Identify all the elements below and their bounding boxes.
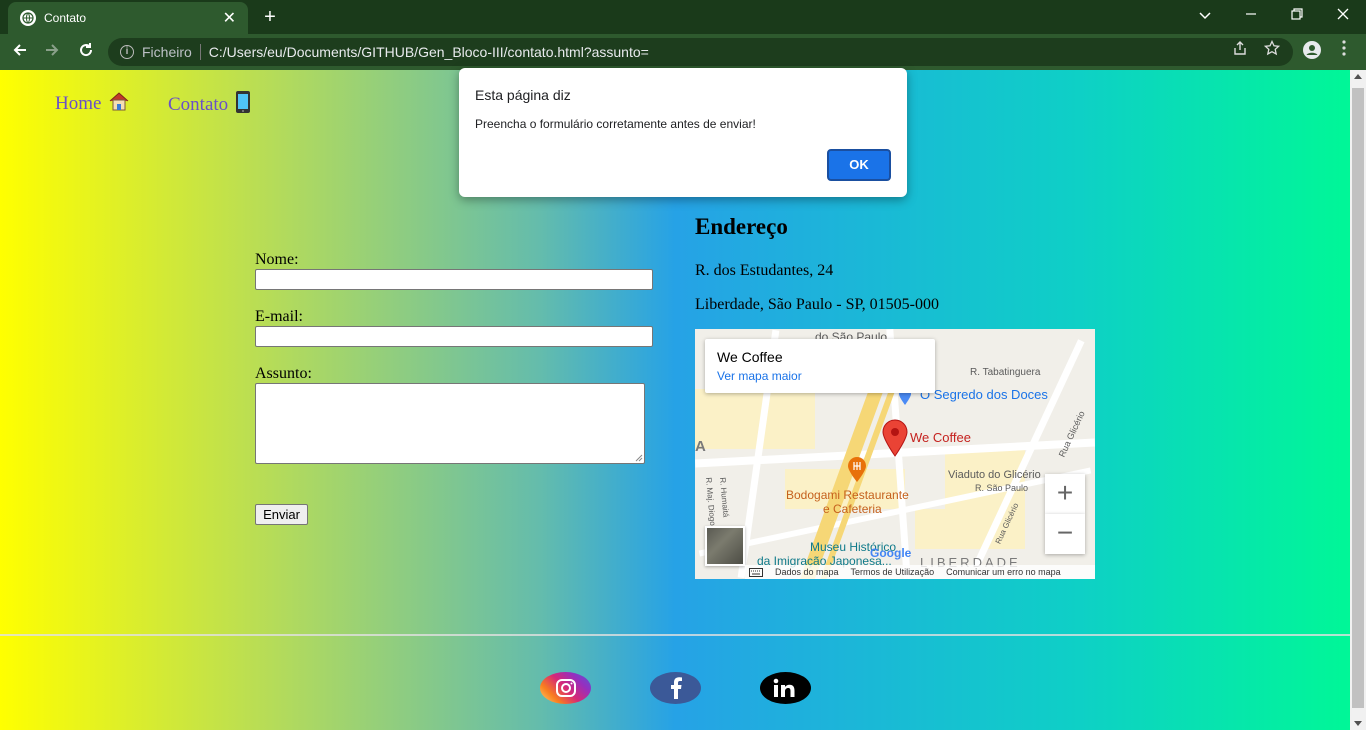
instagram-link[interactable]	[540, 672, 591, 704]
satellite-toggle[interactable]	[705, 526, 745, 566]
house-icon	[109, 92, 129, 111]
dialog-title: Esta página diz	[475, 87, 571, 103]
alert-dialog: Esta página diz Preencha o formulário co…	[459, 68, 907, 197]
address-line-1: R. dos Estudantes, 24	[695, 262, 834, 279]
nav-home-label: Home	[55, 93, 102, 114]
dialog-ok-button[interactable]: OK	[827, 149, 891, 181]
info-icon[interactable]: i	[120, 45, 134, 59]
zoom-out-button[interactable]: −	[1045, 514, 1085, 554]
nome-input[interactable]	[255, 269, 653, 290]
map-place-name: We Coffee	[717, 349, 783, 365]
instagram-icon	[555, 679, 576, 697]
back-arrow-icon[interactable]	[8, 40, 32, 64]
page-scrollbar[interactable]	[1350, 70, 1366, 730]
omnibox-scheme: Ficheiro	[142, 44, 192, 60]
larger-map-link[interactable]: Ver mapa maior	[717, 369, 923, 383]
url-text[interactable]: C:/Users/eu/Documents/GITHUB/Gen_Bloco-I…	[209, 44, 649, 60]
restaurant-icon	[848, 457, 866, 482]
new-tab-button[interactable]: +	[258, 5, 282, 29]
tab-title: Contato	[44, 11, 87, 25]
address-line-2: Liberdade, São Paulo - SP, 01505-000	[695, 296, 939, 313]
menu-kebab-icon[interactable]	[1332, 40, 1356, 64]
forward-arrow-icon[interactable]	[40, 40, 64, 64]
tab-search-icon[interactable]	[1182, 0, 1228, 32]
scrollbar-thumb[interactable]	[1352, 88, 1364, 708]
map-info-card: We Coffee Ver mapa maior	[705, 339, 935, 393]
scroll-up-icon[interactable]	[1354, 74, 1362, 79]
minimize-icon[interactable]	[1228, 0, 1274, 32]
map-label-tabatinguera: R. Tabatinguera	[970, 367, 1041, 378]
nav-home-link[interactable]: Home	[55, 90, 130, 115]
map-terms-link[interactable]: Termos de Utilização	[851, 567, 935, 577]
mobile-phone-icon	[235, 91, 250, 113]
map-label-glicerio: Rua Glicério	[1056, 409, 1087, 459]
map-footer: Dados do mapa Termos de Utilização Comun…	[745, 565, 1095, 579]
browser-tab-bar: Contato ✕ +	[0, 0, 1366, 34]
google-map-embed[interactable]: do São Paulo R. Tabatinguera O Segredo d…	[695, 329, 1095, 579]
assunto-label: Assunto:	[255, 365, 312, 382]
assunto-textarea[interactable]	[255, 383, 645, 464]
reload-icon[interactable]	[74, 40, 98, 64]
facebook-link[interactable]	[650, 672, 701, 704]
globe-icon	[20, 10, 36, 26]
nav-contato-label: Contato	[168, 94, 229, 115]
map-report-link[interactable]: Comunicar um erro no mapa	[946, 567, 1061, 577]
map-label-a: A	[695, 438, 706, 455]
map-label-viaduto: Viaduto do Glicério	[948, 469, 1041, 481]
map-label-segredo[interactable]: O Segredo dos Doces	[920, 387, 1048, 402]
keyboard-icon[interactable]	[749, 568, 763, 577]
restore-icon[interactable]	[1274, 0, 1320, 32]
address-bar[interactable]: i Ficheiro C:/Users/eu/Documents/GITHUB/…	[108, 38, 1293, 66]
zoom-in-button[interactable]: +	[1045, 474, 1085, 514]
scroll-down-icon[interactable]	[1354, 721, 1362, 726]
email-label: E-mail:	[255, 308, 303, 325]
nome-label: Nome:	[255, 251, 299, 268]
close-window-icon[interactable]	[1320, 0, 1366, 32]
linkedin-icon	[773, 678, 794, 697]
browser-toolbar: i Ficheiro C:/Users/eu/Documents/GITHUB/…	[0, 34, 1366, 70]
map-label-bodogami-2[interactable]: e Cafeteria	[823, 502, 882, 516]
linkedin-link[interactable]	[760, 672, 811, 704]
tab-close-icon[interactable]: ✕	[223, 8, 236, 28]
map-label-bodogami-1[interactable]: Bodogami Restaurante	[786, 488, 909, 502]
nav-contato-link[interactable]: Contato	[168, 90, 251, 116]
omnibox-separator	[199, 44, 201, 60]
share-icon[interactable]	[1228, 40, 1252, 64]
map-location-pin-icon	[882, 419, 908, 457]
map-data-link[interactable]: Dados do mapa	[775, 567, 839, 577]
browser-tab[interactable]: Contato ✕	[8, 2, 248, 34]
footer-divider	[0, 634, 1350, 636]
map-label-maj-diogo: R. Maj. Diogo	[704, 477, 718, 527]
resize-handle-icon[interactable]	[635, 454, 643, 462]
profile-icon[interactable]	[1300, 40, 1324, 64]
email-input[interactable]	[255, 326, 653, 347]
facebook-icon	[670, 677, 682, 699]
address-title: Endereço	[695, 214, 788, 239]
google-logo: Google	[870, 546, 912, 560]
map-label-rua-sao-paulo: R. São Paulo	[975, 483, 1029, 493]
map-label-humaita: R. Humaitá	[718, 477, 731, 518]
dialog-message: Preencha o formulário corretamente antes…	[475, 117, 756, 131]
enviar-button[interactable]: Enviar	[255, 504, 308, 525]
map-label-wecoffee[interactable]: We Coffee	[910, 430, 971, 445]
star-icon[interactable]	[1260, 39, 1284, 64]
